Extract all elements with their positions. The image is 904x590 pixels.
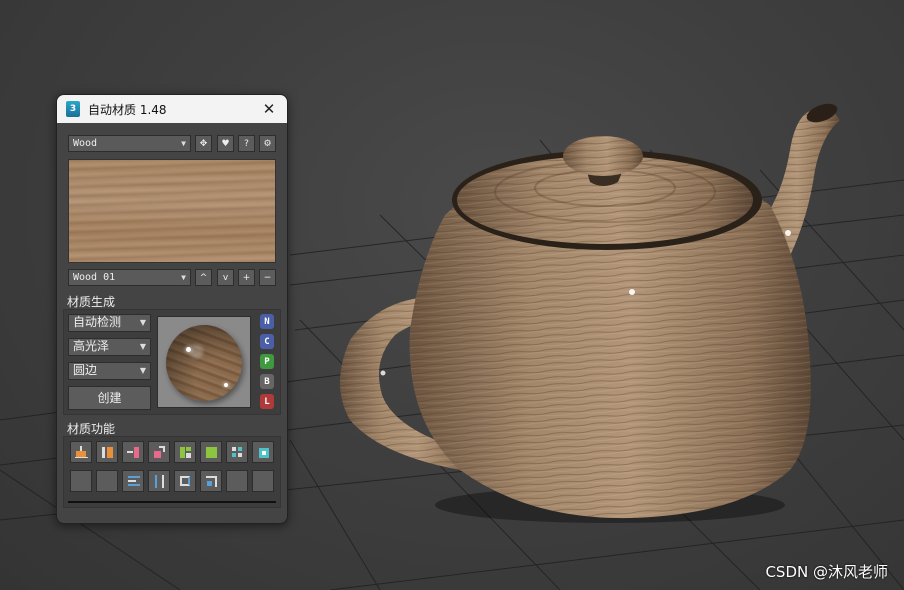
minus-icon: − xyxy=(263,272,272,283)
chevron-down-icon: ▼ xyxy=(139,318,146,327)
3ds-max-icon: 3 xyxy=(66,101,80,117)
settings-button[interactable]: ⚙ xyxy=(259,135,276,152)
l-map-button[interactable]: L xyxy=(260,394,274,409)
remove-button[interactable]: − xyxy=(259,269,276,286)
close-button[interactable]: ✕ xyxy=(259,99,279,119)
teapot-model xyxy=(340,103,840,519)
split-orange-icon xyxy=(102,447,105,458)
create-button[interactable]: 创建 xyxy=(68,386,151,410)
title-bar: 3 自动材质 1.48 ✕ xyxy=(57,95,287,123)
func-green-square-button[interactable] xyxy=(200,441,222,463)
detect-mode-select[interactable]: 自动检测 ▼ xyxy=(68,314,151,332)
heart-icon: ♥ xyxy=(221,138,230,149)
chevron-down-icon: ▼ xyxy=(139,342,146,351)
func-grid-button[interactable] xyxy=(226,441,248,463)
favorite-button[interactable]: ♥ xyxy=(217,135,234,152)
func-stack-button[interactable] xyxy=(148,441,170,463)
loop-icon xyxy=(180,476,190,486)
func-green-blocks-button[interactable] xyxy=(174,441,196,463)
material-sphere xyxy=(166,325,242,401)
chevron-down-icon: ▼ xyxy=(181,139,186,148)
close-icon: ✕ xyxy=(262,100,276,118)
func-empty-button-1[interactable] xyxy=(70,470,92,492)
func-empty-button-4[interactable] xyxy=(252,470,274,492)
edge-value: 圆边 xyxy=(73,363,98,377)
chevron-down-icon: ▼ xyxy=(181,273,186,282)
stack-pink-icon xyxy=(154,451,161,458)
edge-select[interactable]: 圆边 ▼ xyxy=(68,362,151,380)
move-icon: ✥ xyxy=(199,138,208,149)
watermark: CSDN @沐风老师 xyxy=(765,563,888,581)
align-lines-icon xyxy=(128,476,140,478)
bump-map-button[interactable]: B xyxy=(260,374,274,389)
variant-select[interactable]: Wood 01 ▼ xyxy=(68,269,191,286)
variant-value: Wood 01 xyxy=(73,272,116,283)
generate-section-label: 材质生成 xyxy=(67,295,116,309)
move-button[interactable]: ✥ xyxy=(195,135,212,152)
grid-icon xyxy=(232,447,236,451)
down-arrow-icon: v xyxy=(222,272,229,283)
func-split-button[interactable] xyxy=(96,441,118,463)
wood-texture-preview[interactable] xyxy=(68,159,276,263)
material-type-select[interactable]: Wood ▼ xyxy=(68,135,191,152)
help-button[interactable]: ? xyxy=(238,135,255,152)
p-map-button[interactable]: P xyxy=(260,354,274,369)
func-pink-bars-button[interactable] xyxy=(122,441,144,463)
func-corner-button[interactable] xyxy=(200,470,222,492)
green-blocks-icon xyxy=(180,447,185,458)
gloss-value: 高光泽 xyxy=(73,339,110,353)
detect-mode-value: 自动检测 xyxy=(73,315,122,329)
func-parallel-button[interactable] xyxy=(148,470,170,492)
pink-bars-icon xyxy=(127,451,133,453)
normal-map-button[interactable]: N xyxy=(260,314,274,329)
help-icon: ? xyxy=(244,138,249,149)
func-loop-button[interactable] xyxy=(174,470,196,492)
window-title: 自动材质 1.48 xyxy=(88,102,167,117)
func-align-lines-button[interactable] xyxy=(122,470,144,492)
color-map-button[interactable]: C xyxy=(260,334,274,349)
up-arrow-icon: ^ xyxy=(199,272,208,283)
func-empty-button-2[interactable] xyxy=(96,470,118,492)
previous-button[interactable]: ^ xyxy=(195,269,212,286)
auto-material-panel: 3 自动材质 1.48 ✕ Wood ▼ ✥ ♥ ? ⚙ Wood 01 ▼ ^… xyxy=(56,94,288,524)
add-button[interactable]: + xyxy=(238,269,255,286)
material-type-value: Wood xyxy=(73,138,98,149)
gear-icon: ⚙ xyxy=(263,138,272,149)
plus-icon: + xyxy=(242,272,251,283)
func-teal-box-button[interactable] xyxy=(252,441,274,463)
gloss-select[interactable]: 高光泽 ▼ xyxy=(68,338,151,356)
next-button[interactable]: v xyxy=(217,269,234,286)
parallel-icon xyxy=(155,475,157,488)
functions-section-label: 材质功能 xyxy=(67,422,116,436)
progress-bar xyxy=(68,501,276,503)
chevron-down-icon: ▼ xyxy=(139,366,146,375)
material-preview xyxy=(157,316,251,408)
func-align-bottom-button[interactable] xyxy=(70,441,92,463)
green-square-icon xyxy=(206,447,217,458)
func-empty-button-3[interactable] xyxy=(226,470,248,492)
